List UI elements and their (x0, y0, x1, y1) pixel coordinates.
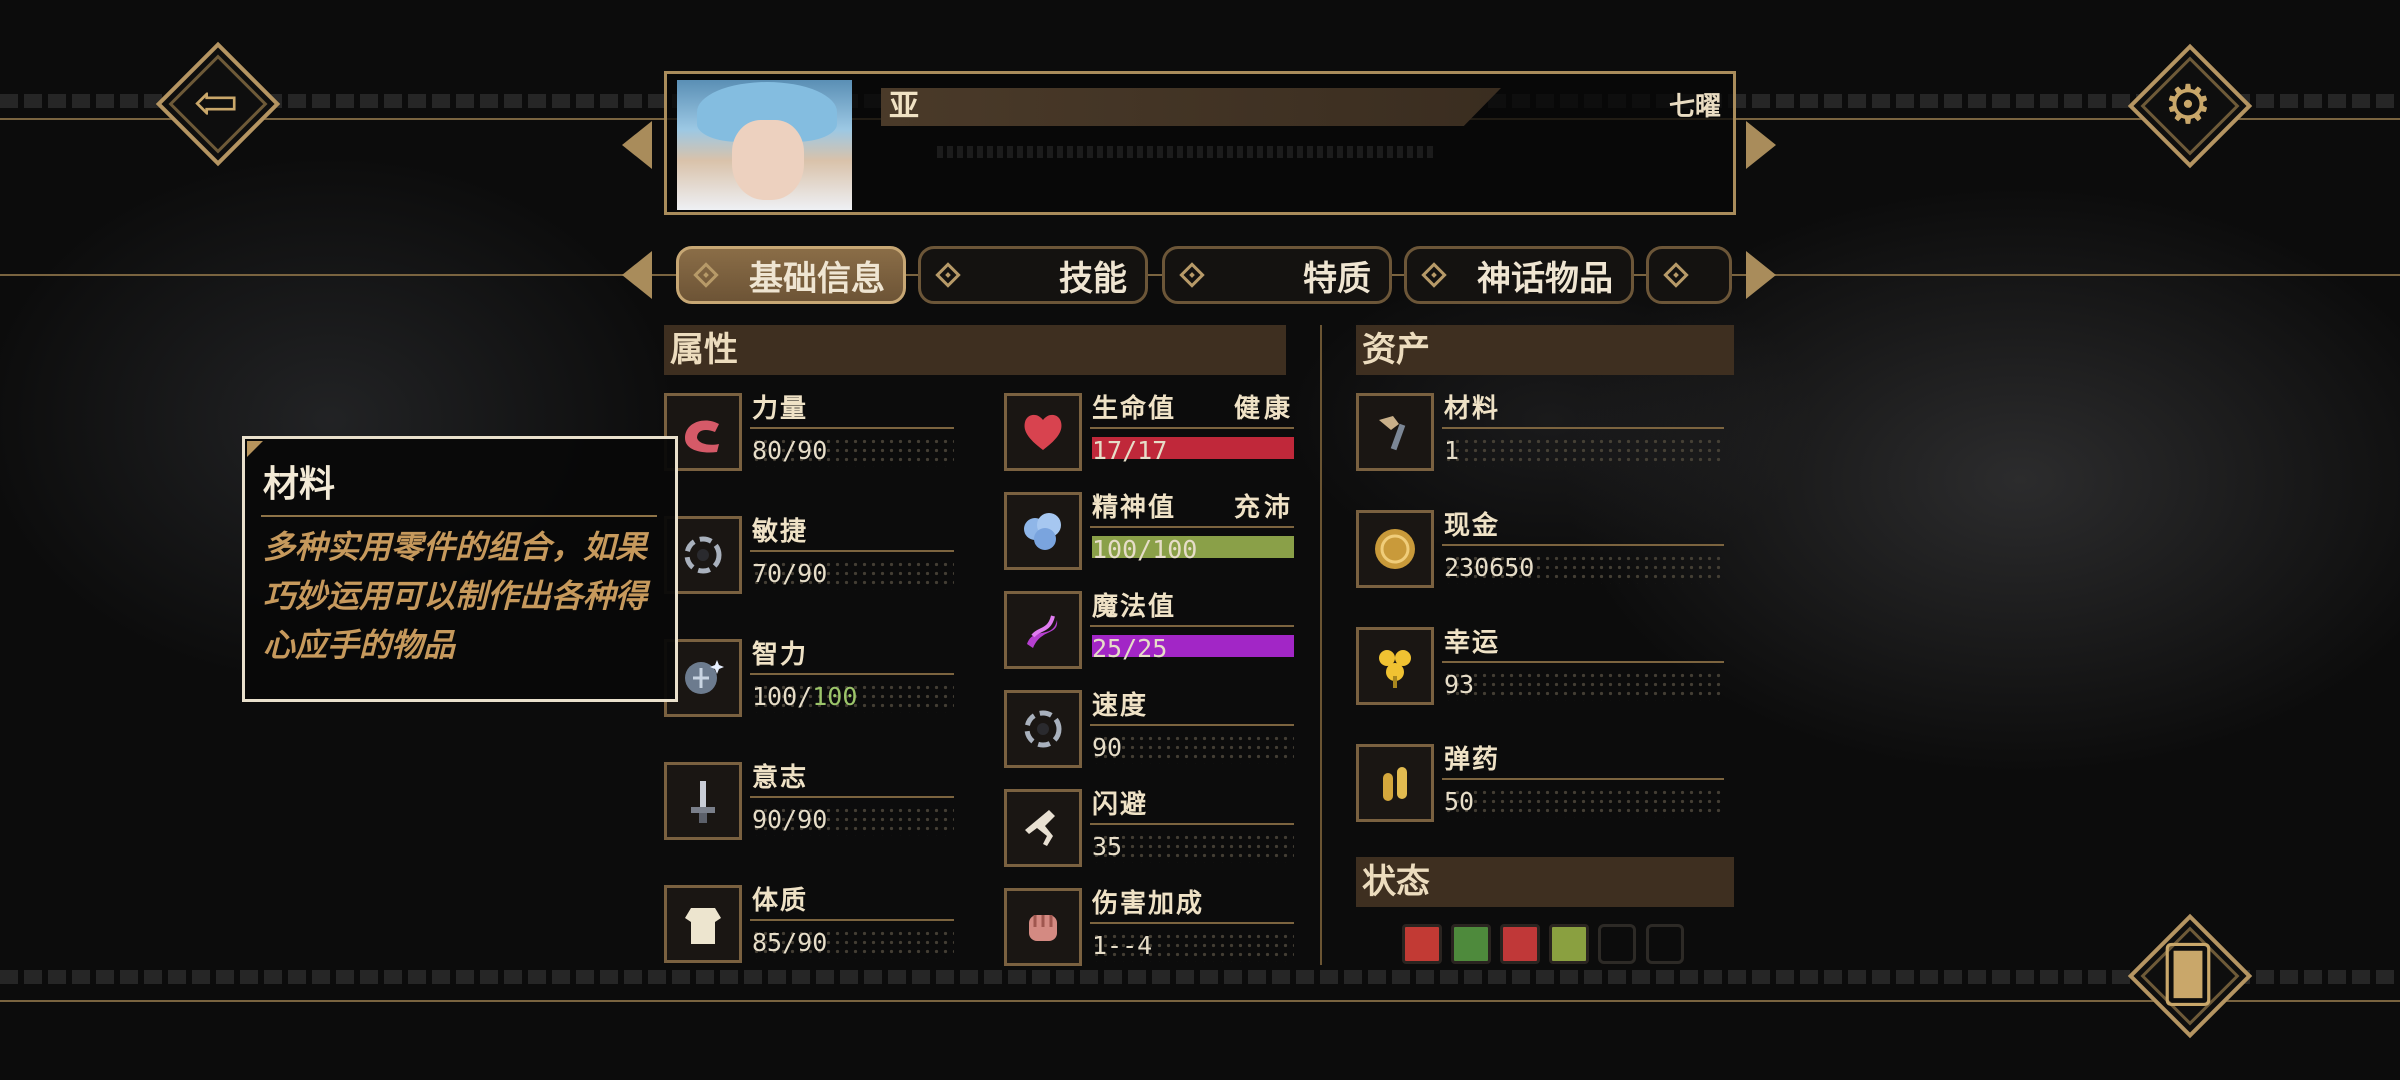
tabs-next-arrow[interactable] (1746, 251, 1776, 299)
assets-header: 资产 (1356, 325, 1734, 375)
prev-character-arrow[interactable] (622, 121, 652, 169)
arm-icon (685, 420, 719, 453)
ammo-icon (1383, 767, 1407, 801)
swirl-icon (684, 536, 722, 574)
stat-agility[interactable]: 敏捷 70/90 (664, 516, 954, 606)
tab-diamond-icon (1179, 262, 1205, 288)
cards-icon: 🂠 (2160, 942, 2216, 1006)
stat-hp[interactable]: 生命值 健康 17/17 (1004, 393, 1294, 483)
tab-diamond-icon (1421, 262, 1447, 288)
tab-diamond-icon (1663, 262, 1689, 288)
stat-strength[interactable]: 力量 80/90 (664, 393, 954, 483)
status-effect-4-icon[interactable] (1549, 924, 1589, 964)
status-effect-3-icon[interactable] (1500, 924, 1540, 964)
heart-icon (1024, 414, 1062, 450)
settings-button[interactable]: ⚙ (2126, 42, 2253, 169)
tab-basic-info[interactable]: 基础信息 (676, 246, 906, 304)
asset-ammo[interactable]: 弹药 50 (1356, 744, 1724, 834)
tooltip-title: 材料 (263, 463, 336, 505)
tab-diamond-icon (693, 262, 719, 288)
status-slot-empty (1646, 924, 1684, 964)
cards-button[interactable]: 🂠 (2126, 912, 2253, 1039)
status-effect-2-icon[interactable] (1451, 924, 1491, 964)
attributes-header: 属性 (664, 325, 1286, 375)
asset-materials[interactable]: 材料 1 (1356, 393, 1724, 483)
stat-speed[interactable]: 速度 90 (1004, 690, 1294, 780)
stat-sanity[interactable]: 精神值 充沛 100/100 (1004, 492, 1294, 582)
stat-mana[interactable]: 魔法值 25/25 (1004, 591, 1294, 681)
character-name: 亚 (889, 89, 919, 124)
stat-will[interactable]: 意志 90/90 (664, 762, 954, 852)
status-header: 状态 (1356, 857, 1734, 907)
fist-icon (1029, 915, 1057, 941)
body-icon (685, 908, 721, 944)
brain-icon (685, 660, 724, 694)
character-header: 亚 七曜 (664, 71, 1736, 215)
tooltip-description: 多种实用零件的组合，如果巧妙运用可以制作出各种得心应手的物品 (263, 528, 648, 664)
stat-dodge[interactable]: 闪避 35 (1004, 789, 1294, 879)
magic-swirl-icon (1027, 615, 1058, 648)
clover-icon (1379, 650, 1411, 688)
materials-icon (1379, 416, 1406, 451)
character-portrait (677, 80, 852, 210)
status-slot-empty (1598, 924, 1636, 964)
bottom-divider (0, 1000, 2400, 1002)
next-character-arrow[interactable] (1746, 121, 1776, 169)
tab-skills[interactable]: 技能 (918, 246, 1148, 304)
stat-constitution[interactable]: 体质 85/90 (664, 885, 954, 975)
column-separator (1320, 325, 1322, 965)
name-bar (881, 88, 1501, 126)
dodge-icon (1025, 810, 1055, 846)
tooltip-divider (261, 515, 657, 517)
tab-traits[interactable]: 特质 (1162, 246, 1392, 304)
asset-luck[interactable]: 幸运 93 (1356, 627, 1724, 717)
speed-icon (1024, 710, 1062, 748)
back-arrow-icon: ⇦ (193, 70, 239, 134)
brain-cloud-icon (1024, 513, 1061, 550)
tab-diamond-icon (935, 262, 961, 288)
tabs-prev-arrow[interactable] (622, 251, 652, 299)
day-label: 七曜 (1668, 92, 1721, 122)
gear-icon: ⚙ (2163, 72, 2213, 136)
tab-more[interactable] (1646, 246, 1732, 304)
stat-damage-bonus[interactable]: 伤害加成 1--4 (1004, 888, 1294, 978)
sword-icon (691, 781, 715, 823)
asset-cash[interactable]: 现金 230650 (1356, 510, 1724, 600)
back-button[interactable]: ⇦ (154, 40, 281, 167)
coin-icon (1375, 529, 1415, 569)
materials-tooltip: 材料 多种实用零件的组合，如果巧妙运用可以制作出各种得心应手的物品 (242, 436, 678, 702)
status-effect-1-icon[interactable] (1402, 924, 1442, 964)
tab-mythic-items[interactable]: 神话物品 (1404, 246, 1634, 304)
stat-intelligence[interactable]: 智力 100/100 (664, 639, 954, 729)
